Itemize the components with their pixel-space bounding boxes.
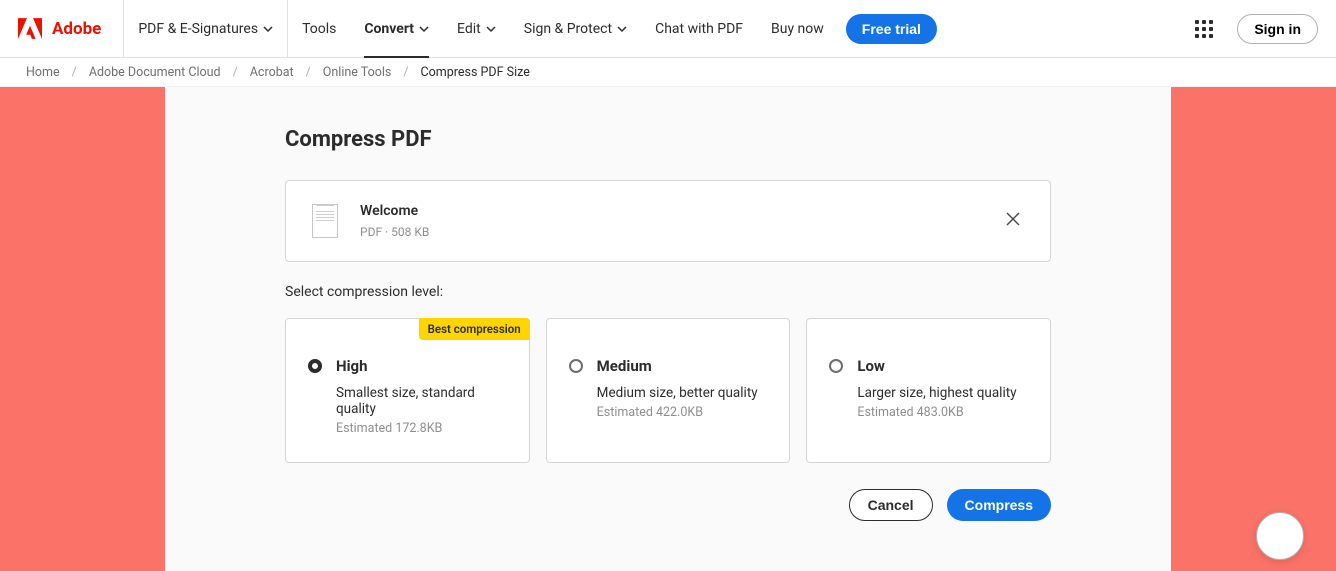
close-icon xyxy=(1006,212,1020,226)
breadcrumb-online-tools[interactable]: Online Tools xyxy=(323,65,392,80)
breadcrumb-separator: / xyxy=(233,65,238,80)
free-trial-button[interactable]: Free trial xyxy=(846,14,937,44)
option-title: Medium xyxy=(597,357,768,375)
breadcrumb-home[interactable]: Home xyxy=(26,65,60,80)
breadcrumb-separator: / xyxy=(306,65,311,80)
file-info: Welcome PDF · 508 KB xyxy=(360,203,980,239)
best-compression-badge: Best compression xyxy=(419,318,530,340)
cancel-button[interactable]: Cancel xyxy=(849,489,933,521)
remove-file-button[interactable] xyxy=(1002,208,1024,234)
breadcrumb-doc-cloud[interactable]: Adobe Document Cloud xyxy=(89,65,221,80)
nav-label: Buy now xyxy=(771,21,824,37)
nav-edit[interactable]: Edit xyxy=(443,0,510,57)
option-desc: Smallest size, standard quality xyxy=(336,385,507,417)
nav-buy-now[interactable]: Buy now xyxy=(757,0,838,57)
option-title: High xyxy=(336,357,507,375)
adobe-logo-icon xyxy=(18,18,42,39)
adobe-logo-group[interactable]: Adobe xyxy=(18,0,124,57)
breadcrumb-acrobat[interactable]: Acrobat xyxy=(250,65,294,80)
breadcrumb-current: Compress PDF Size xyxy=(421,65,530,80)
option-title: Low xyxy=(857,357,1028,375)
option-estimated: Estimated 483.0KB xyxy=(857,405,1028,420)
chevron-down-icon xyxy=(419,24,429,34)
sign-in-button[interactable]: Sign in xyxy=(1237,14,1318,44)
compress-button[interactable]: Compress xyxy=(947,489,1051,521)
nav-label: Tools xyxy=(302,21,336,37)
breadcrumb-separator: / xyxy=(72,65,77,80)
chevron-down-icon xyxy=(486,24,496,34)
chevron-down-icon xyxy=(263,24,273,34)
top-nav: Adobe PDF & E-Signatures Tools Convert E… xyxy=(0,0,1336,58)
option-low[interactable]: Low Larger size, highest quality Estimat… xyxy=(806,318,1051,463)
file-thumbnail-icon xyxy=(312,204,338,238)
actions-row: Cancel Compress xyxy=(285,489,1051,521)
option-estimated: Estimated 422.0KB xyxy=(597,405,768,420)
content-panel: Compress PDF Welcome PDF · 508 KB Select… xyxy=(165,87,1171,571)
breadcrumb: Home / Adobe Document Cloud / Acrobat / … xyxy=(0,58,1336,87)
nav-label: Convert xyxy=(364,21,414,37)
nav-convert[interactable]: Convert xyxy=(350,0,443,57)
page-background: Compress PDF Welcome PDF · 508 KB Select… xyxy=(0,87,1336,571)
nav-sign-protect[interactable]: Sign & Protect xyxy=(510,0,641,57)
file-name: Welcome xyxy=(360,203,980,219)
radio-high[interactable] xyxy=(308,359,322,373)
option-medium[interactable]: Medium Medium size, better quality Estim… xyxy=(546,318,791,463)
brand-name: Adobe xyxy=(52,19,101,39)
compression-options: Best compression High Smallest size, sta… xyxy=(285,318,1051,463)
nav-tools[interactable]: Tools xyxy=(288,0,350,57)
section-label: Select compression level: xyxy=(285,284,1051,300)
option-desc: Larger size, highest quality xyxy=(857,385,1028,401)
nav-label: Chat with PDF xyxy=(655,21,743,37)
file-card: Welcome PDF · 508 KB xyxy=(285,180,1051,262)
nav-chat-pdf[interactable]: Chat with PDF xyxy=(641,0,757,57)
nav-items: PDF & E-Signatures Tools Convert Edit Si… xyxy=(124,0,937,57)
nav-label: Sign & Protect xyxy=(524,21,612,37)
nav-pdf-esignatures[interactable]: PDF & E-Signatures xyxy=(124,0,288,57)
chevron-down-icon xyxy=(617,24,627,34)
file-meta: PDF · 508 KB xyxy=(360,225,980,239)
radio-medium[interactable] xyxy=(569,359,583,373)
nav-label: Edit xyxy=(457,21,481,37)
breadcrumb-separator: / xyxy=(403,65,408,80)
option-desc: Medium size, better quality xyxy=(597,385,768,401)
option-estimated: Estimated 172.8KB xyxy=(336,421,507,436)
nav-label: PDF & E-Signatures xyxy=(138,21,258,37)
option-high[interactable]: Best compression High Smallest size, sta… xyxy=(285,318,530,463)
radio-low[interactable] xyxy=(829,359,843,373)
apps-grid-icon[interactable] xyxy=(1189,14,1219,44)
page-title: Compress PDF xyxy=(285,127,1051,152)
